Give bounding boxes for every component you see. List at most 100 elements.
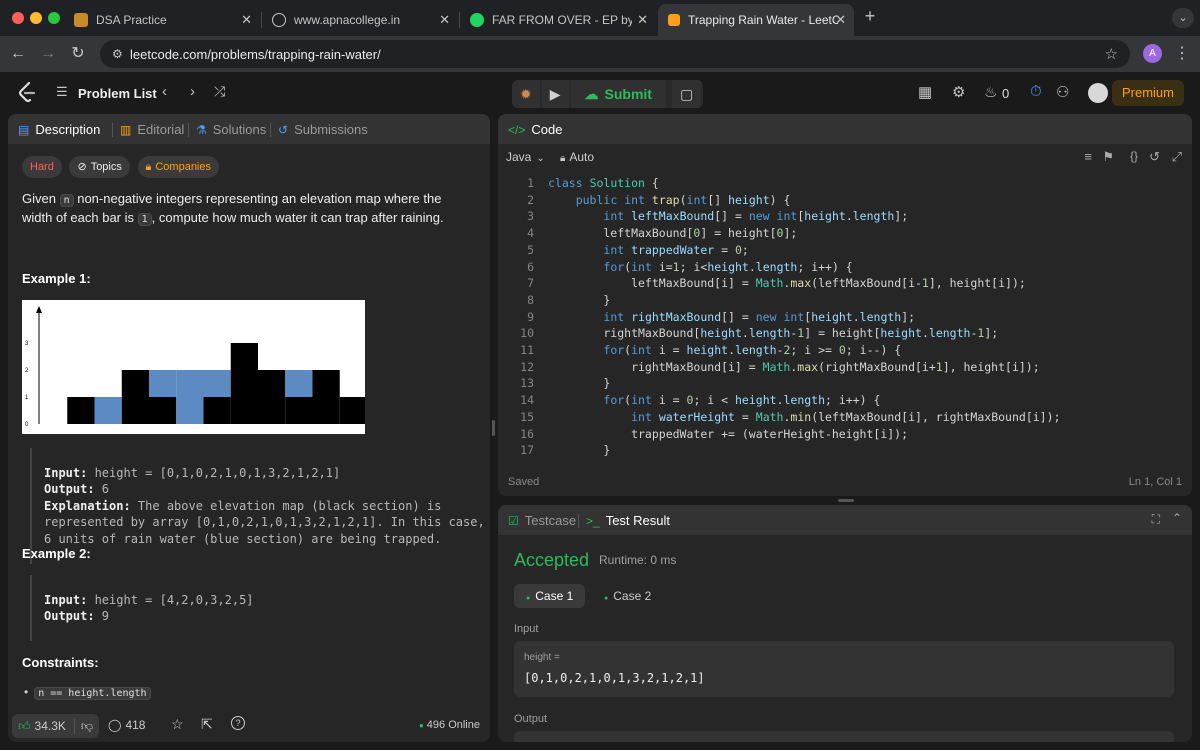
streak-fire-icon[interactable]: ♨ <box>984 83 997 101</box>
tab-testcase[interactable]: ☑ Testcase <box>508 513 576 528</box>
reload-button[interactable]: ↻ <box>68 44 88 64</box>
leetcode-logo-icon[interactable] <box>18 81 36 104</box>
debug-bug-icon[interactable]: ✹ <box>512 80 540 108</box>
browser-toolbar: ← → ↻ ⚙ leetcode.com/problems/trapping-r… <box>0 36 1200 72</box>
code-line[interactable]: 10 rightMaxBound[height.length-1] = heig… <box>498 326 998 343</box>
browser-tab-spotify[interactable]: FAR FROM OVER - EP by KR$ ✕ <box>460 4 656 36</box>
forward-button[interactable]: → <box>38 44 58 64</box>
tab-testcase-label: Testcase <box>524 513 577 528</box>
maximize-icon[interactable]: ⛶ <box>1152 512 1160 527</box>
online-count: ● 496 Online <box>419 719 480 731</box>
code-line[interactable]: 3 int leftMaxBound[] = new int[height.le… <box>498 209 908 226</box>
favorite-star-icon[interactable]: ☆ <box>171 716 184 733</box>
code-line[interactable]: 16 trappedWater += (waterHeight-height[i… <box>498 427 908 444</box>
browser-tab-apnacollege[interactable]: www.apnacollege.in ✕ <box>262 4 458 36</box>
code-panel-header: </> Code <box>498 114 1192 144</box>
browser-tab-leetcode[interactable]: Trapping Rain Water - LeetCo ✕ <box>658 4 854 36</box>
code-text: int leftMaxBound[] = new int[height.leng… <box>603 209 909 224</box>
next-problem-icon[interactable]: › <box>190 83 195 100</box>
case-1-tab[interactable]: ● Case 1 <box>514 584 586 608</box>
code-line[interactable]: 13 } <box>498 376 610 393</box>
language-select[interactable]: Java ⌄ <box>506 150 545 164</box>
close-tab-icon[interactable]: ✕ <box>241 12 252 28</box>
statement-text: Given <box>22 191 60 206</box>
companies-button[interactable]: 🔒︎ Companies <box>137 156 219 178</box>
close-tab-icon[interactable]: ✕ <box>439 12 450 28</box>
code-editor[interactable]: 1 class Solution {2 public int trap(int[]… <box>498 176 1192 466</box>
minimize-window-button[interactable] <box>30 12 42 24</box>
thumbs-down-icon[interactable]: 👎︎ <box>73 718 93 734</box>
user-avatar[interactable] <box>1088 83 1108 103</box>
problem-list-icon[interactable]: ☰ <box>56 84 68 100</box>
vertical-resize-handle[interactable] <box>492 420 495 436</box>
constraint-item: • n == height.length <box>24 685 151 700</box>
braces-icon[interactable]: {} <box>1130 149 1138 163</box>
line-number: 10 <box>520 326 534 341</box>
premium-button[interactable]: Premium <box>1111 80 1184 106</box>
help-question-icon[interactable]: ? <box>231 716 245 730</box>
layout-grid-icon[interactable]: ▦ <box>918 83 932 101</box>
bookmark-star-icon[interactable]: ☆ <box>1105 45 1118 63</box>
notes-icon[interactable]: ▢ <box>671 80 702 108</box>
share-icon[interactable]: ⇱ <box>201 716 213 733</box>
tab-description[interactable]: ▤ Description <box>18 122 100 137</box>
tab-test-result[interactable]: >_ Test Result <box>586 513 670 528</box>
prev-problem-icon[interactable]: ‹ <box>162 83 167 100</box>
difficulty-badge[interactable]: Hard <box>22 156 62 178</box>
code-line[interactable]: 6 for(int i=1; i<height.length; i++) { <box>498 260 853 277</box>
like-button[interactable]: 👍︎ 34.3K 👎︎ <box>12 714 100 738</box>
code-line[interactable]: 14 for(int i = 0; i < height.length; i++… <box>498 393 880 410</box>
case-2-tab[interactable]: ● Case 2 <box>594 584 661 608</box>
back-button[interactable]: ← <box>8 44 28 64</box>
horizontal-resize-handle[interactable] <box>838 499 854 502</box>
code-line[interactable]: 1 class Solution { <box>498 176 659 193</box>
code-line[interactable]: 17 } <box>498 443 610 460</box>
code-line[interactable]: 2 public int trap(int[] height) { <box>498 193 790 210</box>
submit-button[interactable]: ☁ Submit <box>570 80 666 108</box>
bookmark-icon[interactable]: ⚑ <box>1102 149 1114 165</box>
code-line[interactable]: 5 int trappedWater = 0; <box>498 243 749 260</box>
address-bar[interactable]: ⚙ leetcode.com/problems/trapping-rain-wa… <box>100 40 1130 68</box>
streak-count: 0 <box>1002 86 1010 101</box>
code-text: leftMaxBound[i] = Math.max(leftMaxBound[… <box>548 276 1026 291</box>
zoom-window-button[interactable] <box>48 12 60 24</box>
tab-search-chevron-icon[interactable]: ⌄ <box>1172 8 1194 28</box>
topics-button[interactable]: ⊘ Topics <box>69 156 130 178</box>
close-tab-icon[interactable]: ✕ <box>835 12 846 28</box>
line-number: 7 <box>527 276 534 291</box>
code-text: rightMaxBound[i] = Math.max(rightMaxBoun… <box>548 359 1040 374</box>
problem-list-link[interactable]: Problem List <box>78 86 157 101</box>
run-button[interactable]: ▶ <box>541 80 569 108</box>
comments-button[interactable]: ◯ 418 <box>108 718 145 732</box>
tab-submissions[interactable]: ↺ Submissions <box>278 122 368 137</box>
collapse-chevron-icon[interactable]: ⌃ <box>1172 511 1182 525</box>
code-line[interactable]: 7 leftMaxBound[i] = Math.max(leftMaxBoun… <box>498 276 1026 293</box>
pass-dot-icon: ● <box>526 595 531 602</box>
profile-avatar[interactable]: A <box>1143 44 1162 63</box>
format-icon[interactable]: ≡ <box>1084 149 1092 164</box>
auto-mode-toggle[interactable]: 🔒︎ Auto <box>560 150 594 164</box>
code-line[interactable]: 8 } <box>498 293 610 310</box>
reset-icon[interactable]: ↺ <box>1149 149 1160 165</box>
site-info-icon[interactable]: ⚙ <box>112 47 123 61</box>
code-line[interactable]: 4 leftMaxBound[0] = height[0]; <box>498 226 797 243</box>
shuffle-icon[interactable]: ⤮ <box>214 83 225 100</box>
elevation-bar <box>339 397 367 424</box>
code-tab[interactable]: </> Code <box>508 122 562 137</box>
code-line[interactable]: 11 for(int i = height.length-2; i >= 0; … <box>498 343 901 360</box>
tab-editorial[interactable]: ▥ Editorial <box>120 122 184 137</box>
code-line[interactable]: 9 int rightMaxBound[] = new int[height.l… <box>498 310 915 327</box>
tab-solutions[interactable]: ⚗ Solutions <box>196 122 266 137</box>
code-line[interactable]: 15 int waterHeight = Math.min(leftMaxBou… <box>498 410 1060 427</box>
settings-gear-icon[interactable]: ⚙ <box>952 83 965 101</box>
code-tab-label: Code <box>531 122 563 137</box>
new-tab-button[interactable]: + <box>860 6 880 26</box>
add-friend-icon[interactable]: ⚇ <box>1056 83 1069 101</box>
browser-tab-dsa-practice[interactable]: DSA Practice ✕ <box>64 4 260 36</box>
code-line[interactable]: 12 rightMaxBound[i] = Math.max(rightMaxB… <box>498 360 1040 377</box>
close-window-button[interactable] <box>12 12 24 24</box>
timer-icon[interactable]: ⏱ <box>1030 83 1042 100</box>
expand-icon[interactable]: ⤢ <box>1172 149 1182 165</box>
browser-menu-icon[interactable]: ⋮ <box>1172 44 1192 64</box>
close-tab-icon[interactable]: ✕ <box>637 12 648 28</box>
